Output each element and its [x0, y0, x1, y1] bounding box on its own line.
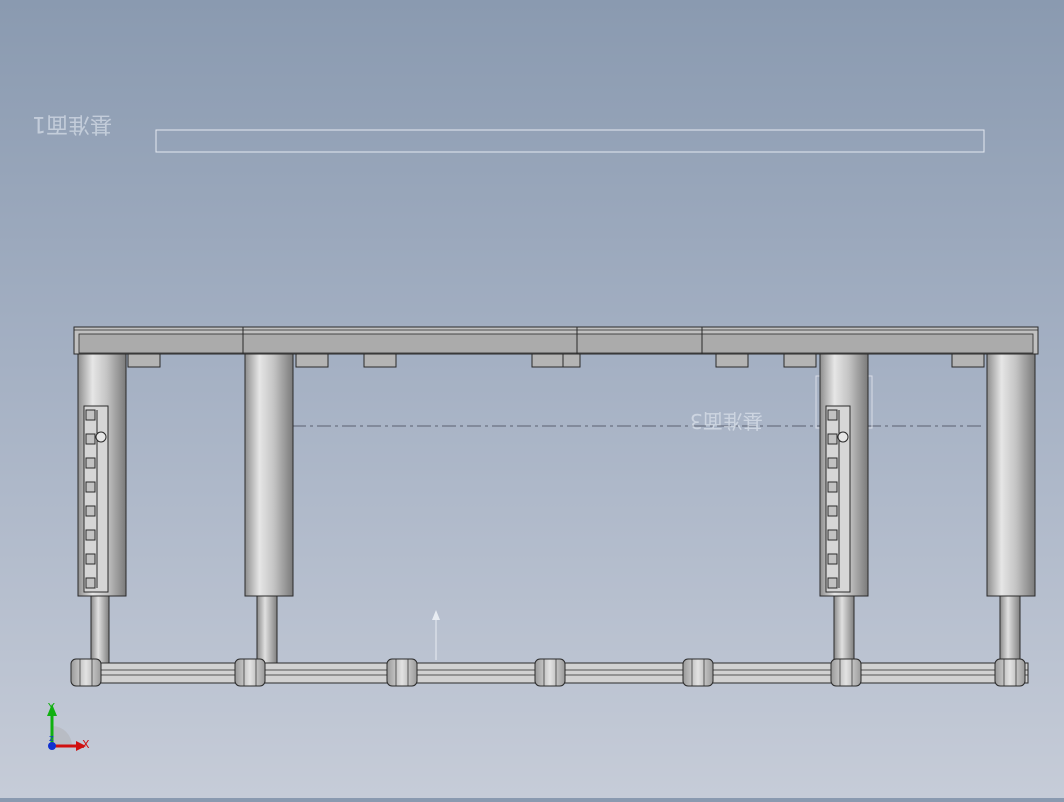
coordinate-triad: Y X Z: [47, 701, 90, 751]
column[interactable]: [986, 353, 1036, 665]
reference-plane-3-label[interactable]: 基准面3: [690, 408, 763, 437]
model-scene[interactable]: Y X Z: [0, 0, 1064, 798]
chain-roller: [682, 658, 714, 687]
z-axis-icon: [48, 742, 56, 750]
top-beam[interactable]: [73, 326, 1039, 355]
column[interactable]: [77, 353, 127, 665]
chain-roller: [830, 658, 862, 687]
beam-clip: [951, 353, 985, 368]
chain-roller: [534, 658, 566, 687]
reference-plane-1-label[interactable]: 基准面1: [32, 110, 112, 142]
beam-clip: [715, 353, 749, 368]
beam-clip: [783, 353, 817, 368]
chain-roller: [70, 658, 102, 687]
column[interactable]: [819, 353, 869, 665]
beam-clip: [295, 353, 329, 368]
beam-clip: [562, 353, 581, 368]
chain-roller: [386, 658, 418, 687]
beam-clip: [127, 353, 161, 368]
column[interactable]: [244, 353, 294, 665]
graphics-viewport[interactable]: Y X Z 基准面1 基准面3: [0, 0, 1064, 798]
beam-clip: [363, 353, 397, 368]
reference-plane-1[interactable]: [155, 129, 985, 153]
support-columns: [77, 353, 1036, 665]
triad-y-label: Y: [47, 701, 55, 714]
triad-z-label: Z: [49, 735, 54, 743]
chain-roller: [994, 658, 1026, 687]
beam-clip: [531, 353, 565, 368]
origin-marker: [432, 610, 440, 660]
chain-roller: [234, 658, 266, 687]
triad-x-label: X: [82, 738, 90, 751]
